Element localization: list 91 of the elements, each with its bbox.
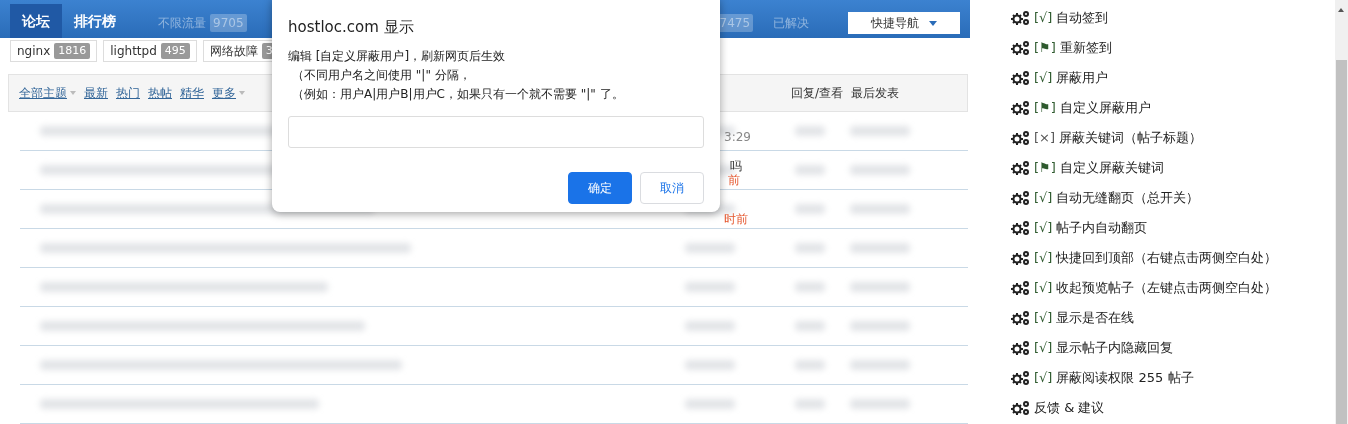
status-tag: [√] <box>1034 8 1053 28</box>
menu-item[interactable]: [√] 显示是否在线 <box>970 303 1335 333</box>
caret-icon <box>239 91 245 95</box>
caret-icon <box>929 20 937 26</box>
menu-item[interactable]: [⚑] 自定义屏蔽用户 <box>970 93 1335 123</box>
menu-item[interactable]: [×] 屏蔽关键词（帖子标题） <box>970 123 1335 153</box>
cell-text: 3:29 <box>724 129 751 146</box>
status-tag: [√] <box>1034 308 1053 328</box>
cell-text: 吗 <box>730 158 742 174</box>
menu-item[interactable]: [√] 自动签到 <box>970 3 1335 33</box>
status-tag: [×] <box>1034 128 1056 148</box>
menu-item[interactable]: [√] 显示帖子内隐藏回复 <box>970 333 1335 363</box>
menu-item[interactable]: [√] 收起预览帖子（左键点击两侧空白处） <box>970 273 1335 303</box>
menu-item[interactable]: [⚑] 重新签到 <box>970 33 1335 63</box>
tag-chip[interactable]: lighttpd 495 <box>103 40 197 62</box>
tag-chip[interactable]: nginx 1816 <box>10 40 98 62</box>
menu-item[interactable]: [√] 快捷回到顶部（右键点击两侧空白处） <box>970 243 1335 273</box>
filter-link[interactable]: 热门 <box>116 84 140 102</box>
faded-tab-label: 不限流量 <box>158 15 206 32</box>
filter-link[interactable]: 精华 <box>180 84 204 102</box>
menu-item-label: 帖子内自动翻页 <box>1056 219 1148 238</box>
scrollbar[interactable] <box>1335 0 1348 424</box>
filter-link[interactable]: 更多 <box>212 84 245 102</box>
tag-label: lighttpd <box>110 43 157 60</box>
menu-item-label: 收起预览帖子（左键点击两侧空白处） <box>1056 279 1278 298</box>
forum-tab[interactable]: 排行榜 <box>62 4 128 38</box>
menu-item-label: 自动无缝翻页（总开关） <box>1056 189 1200 208</box>
menu-item[interactable]: [√] 自动无缝翻页（总开关） <box>970 183 1335 213</box>
ok-button[interactable]: 确定 <box>568 171 632 204</box>
gears-icon <box>1010 70 1030 86</box>
status-tag: [√] <box>1034 248 1053 268</box>
caret-icon <box>70 91 76 95</box>
menu-item-label: 屏蔽用户 <box>1056 69 1109 88</box>
gears-icon <box>1010 370 1030 386</box>
gears-icon <box>1010 310 1030 326</box>
text-input[interactable] <box>288 115 704 148</box>
status-tag: [√] <box>1034 218 1053 238</box>
menu-item-label: 快捷回到顶部（右键点击两侧空白处） <box>1056 249 1278 268</box>
status-tag: [√] <box>1034 278 1053 298</box>
status-tag: [⚑] <box>1034 38 1056 58</box>
gears-icon <box>1010 10 1030 26</box>
status-tag: [√] <box>1034 68 1053 88</box>
gears-icon <box>1010 130 1030 146</box>
time-ago: 时前 <box>724 211 748 228</box>
column-header: 最后发表 <box>851 85 900 102</box>
menu-item[interactable]: [⚑] 自定义屏蔽关键词 <box>970 153 1335 183</box>
gears-icon <box>1010 280 1030 296</box>
cancel-button[interactable]: 取消 <box>640 171 704 204</box>
menu-item[interactable]: [√] 屏蔽用户 <box>970 63 1335 93</box>
dialog-message: （例如：用户A|用户B|用户C，如果只有一个就不需要 "|" 了。 <box>291 85 625 103</box>
forum-tab[interactable]: 论坛 <box>10 4 62 38</box>
menu-item-label: 自定义屏蔽关键词 <box>1059 159 1164 178</box>
menu-item-label: 显示帖子内隐藏回复 <box>1056 339 1174 358</box>
gears-icon <box>1010 340 1030 356</box>
time-ago: 前 <box>728 172 740 189</box>
dialog-title: hostloc.com 显示 <box>288 17 415 38</box>
filter-link[interactable]: 热帖 <box>148 84 172 102</box>
column-header: 回复/查看 <box>791 85 844 102</box>
menu-item-label: 重新签到 <box>1059 39 1112 58</box>
filter-link[interactable]: 全部主题 <box>19 84 76 102</box>
menu-item-label: 显示是否在线 <box>1056 309 1135 328</box>
menu-item[interactable]: [√] 帖子内自动翻页 <box>970 213 1335 243</box>
menu-item-label: 屏蔽关键词（帖子标题） <box>1059 129 1203 148</box>
menu-item-label: 反馈 & 建议 <box>1034 399 1105 418</box>
gears-icon <box>1010 100 1030 116</box>
count-badge: 1816 <box>54 42 91 60</box>
faded-tab-label: 已解决 <box>773 15 810 32</box>
menu-item[interactable]: [√] 屏蔽阅读权限 255 帖子 <box>970 363 1335 393</box>
status-tag: [⚑] <box>1034 158 1056 178</box>
status-tag: [√] <box>1034 368 1053 388</box>
tag-label: 网络故障 <box>209 43 258 60</box>
dialog-message: （不同用户名之间使用 "|" 分隔， <box>291 66 472 84</box>
menu-item-label: 屏蔽阅读权限 255 帖子 <box>1056 369 1194 388</box>
gears-icon <box>1010 400 1030 416</box>
dialog-message: 编辑 [自定义屏蔽用户]，刷新网页后生效 <box>288 47 507 65</box>
gears-icon <box>1010 220 1030 236</box>
gears-icon <box>1010 40 1030 56</box>
quick-nav-button[interactable]: 快捷导航 <box>848 12 960 34</box>
gears-icon <box>1010 250 1030 266</box>
status-tag: [√] <box>1034 338 1053 358</box>
menu-item-label: 自动签到 <box>1056 9 1109 28</box>
menu-item[interactable]: 反馈 & 建议 <box>970 393 1335 423</box>
status-tag: [⚑] <box>1034 98 1056 118</box>
count-badge: 495 <box>160 42 190 60</box>
gears-icon <box>1010 160 1030 176</box>
gears-icon <box>1010 190 1030 206</box>
menu-item-label: 自定义屏蔽用户 <box>1059 99 1151 118</box>
status-tag: [√] <box>1034 188 1053 208</box>
count-badge: 9705 <box>210 14 247 32</box>
tag-label: nginx <box>17 43 51 60</box>
filter-link[interactable]: 最新 <box>84 84 108 102</box>
